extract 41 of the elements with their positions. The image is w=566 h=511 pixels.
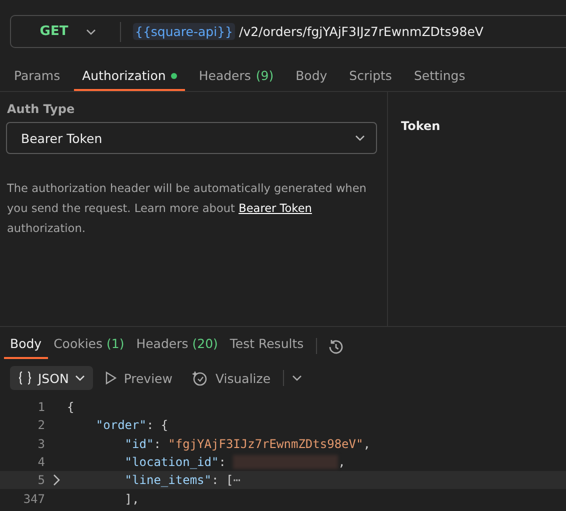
line-number: 1 — [36, 399, 45, 416]
field-label: Token — [400, 118, 442, 135]
request-tab[interactable]: Body — [288, 64, 336, 91]
field-label: Auth Type — [7, 102, 76, 116]
line-number: 347 — [22, 490, 45, 508]
response-tab[interactable]: Body — [4, 333, 48, 359]
request-tab[interactable]: Authorization — [74, 64, 185, 91]
variable-chip: {{square-api}} — [133, 23, 235, 40]
request-tab[interactable]: Params — [6, 64, 68, 91]
learn-more-link[interactable]: Bearer Token — [238, 202, 312, 215]
code-line: "location_id": , — [124, 454, 346, 472]
response-tab[interactable]: Headers (20) — [130, 333, 224, 359]
request-tab[interactable]: Headers (9) — [190, 64, 282, 91]
sparkle-icon — [192, 370, 208, 386]
braces-icon — [18, 371, 32, 385]
chevron-down-icon — [74, 375, 85, 381]
method-dropdown[interactable]: GET — [11, 16, 120, 47]
url-path: /v2/orders/fgjYAjF3IJz7rEwnmZDts98eV — [238, 24, 484, 39]
code-line: { — [66, 399, 74, 416]
response-tab[interactable]: Test Results — [224, 333, 310, 359]
line-number: 4 — [36, 454, 45, 472]
auth-type-dropdown[interactable]: Bearer Token — [6, 122, 377, 154]
code-line: "id": "fgjYAjF3IJz7rEwnmZDts98eV", — [124, 436, 370, 453]
play-icon — [104, 371, 117, 385]
request-tab[interactable]: Scripts — [341, 64, 400, 91]
code-line: ], — [124, 490, 140, 508]
chevron-down-icon — [355, 135, 365, 141]
chevron-down-icon — [86, 28, 96, 34]
format-dropdown[interactable]: JSON — [10, 366, 93, 390]
description-text: The authorization header will be automatically generated when you send the request. Learn more about Bearer Token authorization. — [7, 181, 368, 237]
line-number: 2 — [36, 417, 45, 434]
line-number: 5 — [36, 472, 45, 490]
visualize-button[interactable]: Visualize — [184, 366, 279, 390]
response-tab[interactable]: Cookies (1) — [48, 333, 130, 359]
chevron-down-icon[interactable] — [292, 375, 302, 381]
code-line: "line_items": [⋯ — [45, 471, 240, 490]
history-icon[interactable] — [326, 338, 343, 354]
line-number: 3 — [36, 436, 45, 453]
preview-button[interactable]: Preview — [96, 366, 180, 390]
request-tab[interactable]: Settings — [406, 64, 474, 91]
code-line: "order": { — [94, 417, 168, 434]
